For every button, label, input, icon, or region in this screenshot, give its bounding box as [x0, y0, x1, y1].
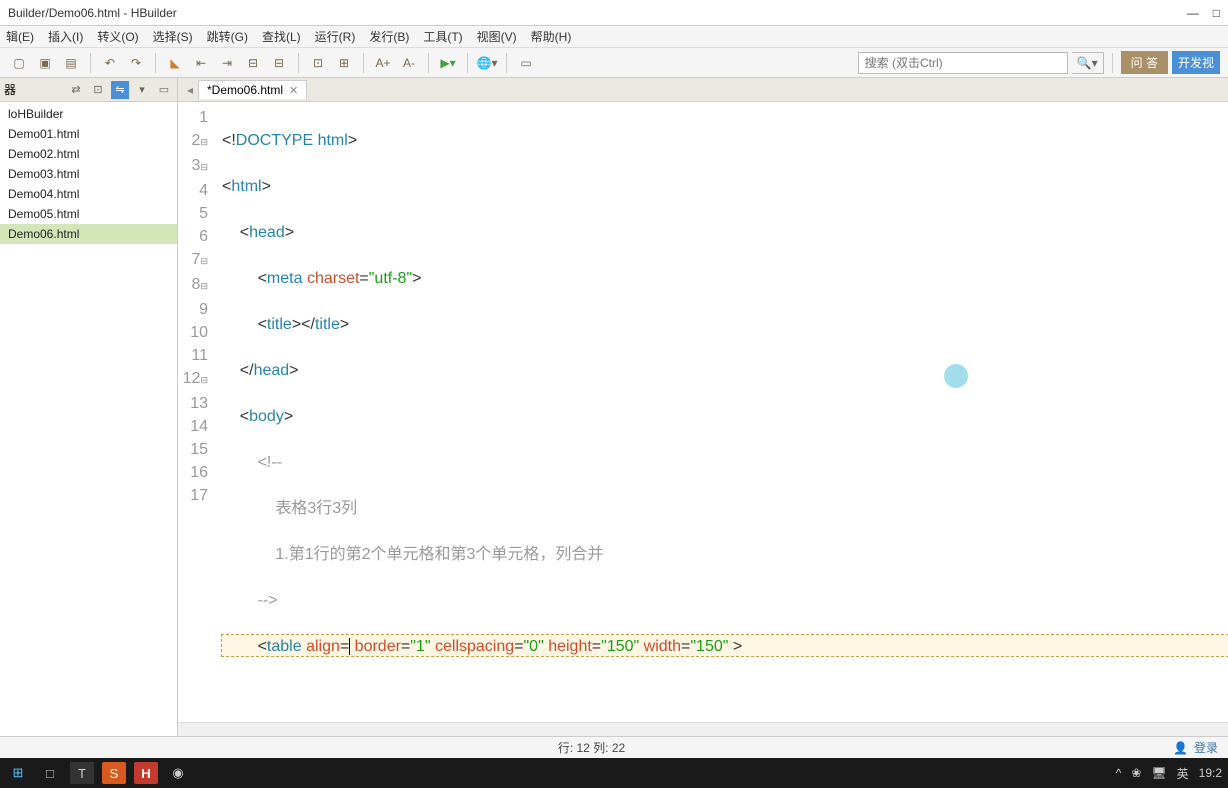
menu-icon[interactable]: ▾	[133, 81, 151, 99]
maximize-button[interactable]: □	[1213, 6, 1220, 20]
clock[interactable]: 19:2	[1199, 766, 1222, 780]
explorer-title: 器	[4, 81, 16, 98]
menu-edit[interactable]: 辑(E)	[6, 28, 34, 45]
align-left-icon[interactable]: ⊟	[242, 52, 264, 74]
separator	[1112, 53, 1113, 73]
align-right-icon[interactable]: ⊟	[268, 52, 290, 74]
search-dropdown[interactable]: 🔍▾	[1072, 52, 1104, 74]
file-item-active[interactable]: Demo06.html	[0, 224, 177, 244]
hbuilder-icon[interactable]: H	[134, 762, 158, 784]
font-decrease-icon[interactable]: A-	[398, 52, 420, 74]
file-item[interactable]: Demo01.html	[0, 124, 177, 144]
format-icon[interactable]: ⊡	[307, 52, 329, 74]
tray-up-icon[interactable]: ^	[1116, 766, 1122, 780]
separator	[428, 53, 429, 73]
file-list: loHBuilder Demo01.html Demo02.html Demo0…	[0, 102, 177, 246]
editor-tab[interactable]: *Demo06.html ✕	[198, 80, 307, 99]
outdent-icon[interactable]: ⇤	[190, 52, 212, 74]
ime-lang[interactable]: 英	[1177, 765, 1189, 782]
login-label: 登录	[1194, 739, 1218, 756]
login-area[interactable]: 👤 登录	[1173, 739, 1218, 756]
windows-taskbar: ⊞ □ T S H ◉ ^ ❀ 🖥 英 19:2	[0, 758, 1228, 788]
editor-area: ◂ *Demo06.html ✕ 1 2⊟ 3⊟ 4 5 6 7⊟ 8⊟ 9 1…	[178, 78, 1228, 736]
system-tray: ^ ❀ 🖥 英 19:2	[1116, 765, 1222, 782]
tab-prev-icon[interactable]: ◂	[182, 83, 198, 97]
start-icon[interactable]: ⊞	[6, 762, 30, 784]
sublime-icon[interactable]: S	[102, 762, 126, 784]
file-item[interactable]: Demo04.html	[0, 184, 177, 204]
code-editor[interactable]: 1 2⊟ 3⊟ 4 5 6 7⊟ 8⊟ 9 10 11 12⊟ 13 14 15…	[178, 102, 1228, 722]
dev-view-button[interactable]: 开发视	[1172, 51, 1220, 74]
device-icon[interactable]: ▭	[515, 52, 537, 74]
tab-bar: ◂ *Demo06.html ✕	[178, 78, 1228, 102]
main-area: 器 ⇄ ⊡ ⇋ ▾ ▭ loHBuilder Demo01.html Demo0…	[0, 78, 1228, 736]
toolbar: ▢ ▣ ▤ ↶ ↷ ◣ ⇤ ⇥ ⊟ ⊟ ⊡ ⊞ A+ A- ▶▾ 🌐▾ ▭ 🔍▾…	[0, 48, 1228, 78]
undo-icon[interactable]: ↶	[99, 52, 121, 74]
task-app-icon[interactable]: T	[70, 762, 94, 784]
menu-insert[interactable]: 插入(I)	[48, 28, 83, 45]
file-item[interactable]: Demo03.html	[0, 164, 177, 184]
line-gutter: 1 2⊟ 3⊟ 4 5 6 7⊟ 8⊟ 9 10 11 12⊟ 13 14 15…	[178, 102, 216, 722]
separator	[363, 53, 364, 73]
minimize-panel-icon[interactable]: ▭	[155, 81, 173, 99]
separator	[90, 53, 91, 73]
menu-publish[interactable]: 发行(B)	[369, 28, 409, 45]
menu-view[interactable]: 视图(V)	[477, 28, 517, 45]
file-item[interactable]: loHBuilder	[0, 104, 177, 124]
menu-help[interactable]: 帮助(H)	[531, 28, 572, 45]
menu-transform[interactable]: 转义(O)	[97, 28, 138, 45]
redo-icon[interactable]: ↷	[125, 52, 147, 74]
cursor-position: 行: 12 列: 22	[10, 739, 1173, 756]
tray-monitor-icon[interactable]: 🖥	[1151, 766, 1166, 780]
tab-label: *Demo06.html	[207, 83, 283, 97]
run-icon[interactable]: ▶▾	[437, 52, 459, 74]
collapse-icon[interactable]: ⇄	[67, 81, 85, 99]
menu-run[interactable]: 运行(R)	[315, 28, 356, 45]
file-explorer: 器 ⇄ ⊡ ⇋ ▾ ▭ loHBuilder Demo01.html Demo0…	[0, 78, 178, 736]
new-file-icon[interactable]: ▢	[8, 52, 30, 74]
menu-find[interactable]: 查找(L)	[262, 28, 301, 45]
search-input[interactable]	[858, 52, 1068, 74]
separator	[298, 53, 299, 73]
tray-flower-icon[interactable]: ❀	[1131, 766, 1141, 780]
separator	[155, 53, 156, 73]
font-increase-icon[interactable]: A+	[372, 52, 394, 74]
save-all-icon[interactable]: ▤	[60, 52, 82, 74]
qa-button[interactable]: 问 答	[1121, 51, 1168, 74]
indent-icon[interactable]: ⇥	[216, 52, 238, 74]
separator	[506, 53, 507, 73]
sync-icon[interactable]: ⇋	[111, 81, 129, 99]
close-icon[interactable]: ✕	[289, 84, 298, 97]
task-app-icon[interactable]: □	[38, 762, 62, 784]
menu-jump[interactable]: 跳转(G)	[207, 28, 248, 45]
window-controls: — □	[1187, 6, 1220, 20]
horizontal-scrollbar[interactable]	[178, 722, 1228, 736]
minimize-button[interactable]: —	[1187, 6, 1199, 20]
file-item[interactable]: Demo02.html	[0, 144, 177, 164]
menu-select[interactable]: 选择(S)	[153, 28, 193, 45]
code-content[interactable]: <!DOCTYPE html> <html> <head> <meta char…	[216, 102, 1228, 722]
menu-bar: 辑(E) 插入(I) 转义(O) 选择(S) 跳转(G) 查找(L) 运行(R)…	[0, 26, 1228, 48]
status-bar: 行: 12 列: 22 👤 登录	[0, 736, 1228, 758]
link-icon[interactable]: ⊡	[89, 81, 107, 99]
browser-icon[interactable]: 🌐▾	[476, 52, 498, 74]
chrome-icon[interactable]: ◉	[166, 762, 190, 784]
layout-icon[interactable]: ⊞	[333, 52, 355, 74]
user-icon: 👤	[1173, 741, 1188, 755]
window-title: Builder/Demo06.html - HBuilder	[8, 6, 1187, 20]
save-icon[interactable]: ▣	[34, 52, 56, 74]
separator	[467, 53, 468, 73]
bookmark-icon[interactable]: ◣	[164, 52, 186, 74]
window-titlebar: Builder/Demo06.html - HBuilder — □	[0, 0, 1228, 26]
file-item[interactable]: Demo05.html	[0, 204, 177, 224]
explorer-header: 器 ⇄ ⊡ ⇋ ▾ ▭	[0, 78, 177, 102]
menu-tools[interactable]: 工具(T)	[423, 28, 462, 45]
